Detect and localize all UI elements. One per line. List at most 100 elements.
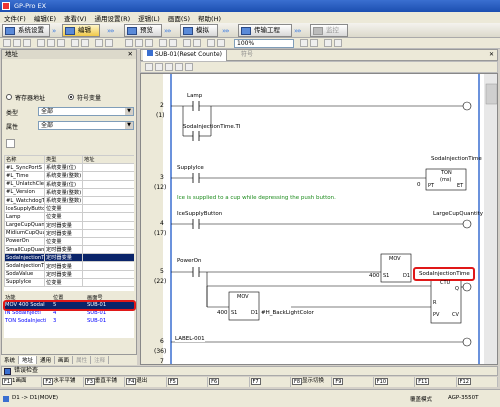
layer-icon[interactable] bbox=[334, 39, 342, 47]
group-icon[interactable] bbox=[159, 39, 167, 47]
tab-common[interactable]: 通用 bbox=[37, 356, 56, 364]
edit-button[interactable]: 编辑 bbox=[62, 24, 100, 37]
tab-comments[interactable]: 注释 bbox=[91, 356, 110, 364]
table-row[interactable]: SupplyIce 位变量 bbox=[4, 277, 134, 288]
align-center-icon[interactable] bbox=[135, 39, 143, 47]
contact-no-icon[interactable] bbox=[145, 63, 153, 71]
copy-icon[interactable] bbox=[47, 39, 55, 47]
f9-key[interactable]: F9 bbox=[332, 377, 374, 387]
f1-key[interactable]: F1 1画面 bbox=[1, 377, 43, 387]
menu-file[interactable]: 文件(F) bbox=[4, 13, 26, 23]
open-icon[interactable] bbox=[13, 39, 21, 47]
menu-logic[interactable]: 逻辑(L) bbox=[138, 13, 160, 23]
replace-icon[interactable] bbox=[105, 39, 113, 47]
align-right-icon[interactable] bbox=[145, 39, 153, 47]
instruction-icon[interactable] bbox=[185, 63, 193, 71]
find-icon[interactable] bbox=[95, 39, 103, 47]
mov-destination-highlight[interactable]: SodaInjectionTime bbox=[413, 267, 475, 281]
redo-icon[interactable] bbox=[81, 39, 89, 47]
contact-label[interactable]: SodaInjectionTime.TI bbox=[183, 124, 241, 130]
table-row[interactable]: #L_WatchdogT 系统变量(整数) bbox=[4, 195, 134, 206]
tab-screen[interactable]: 画面 bbox=[55, 356, 74, 364]
monitor-button[interactable]: 监控 bbox=[310, 24, 348, 37]
zoom-out-icon[interactable] bbox=[310, 39, 318, 47]
f6-key[interactable]: F6 bbox=[208, 377, 250, 387]
timer-preset-value[interactable]: 0 bbox=[417, 182, 421, 188]
f4-key[interactable]: F4 退出 bbox=[125, 377, 167, 387]
table-row[interactable]: #L_Time 系统变量(整数) bbox=[4, 171, 134, 181]
column-header[interactable]: 类型 bbox=[44, 155, 83, 165]
f10-key[interactable]: F10 bbox=[374, 377, 416, 387]
rotate-icon[interactable] bbox=[183, 39, 191, 47]
label-marker[interactable]: LABEL-001 bbox=[175, 336, 205, 342]
table-row[interactable]: #L_SyncPortS 系统变量(位) bbox=[4, 163, 134, 173]
ungroup-icon[interactable] bbox=[169, 39, 177, 47]
type-select[interactable]: 全部 ▼ bbox=[38, 107, 134, 116]
table-row-selected[interactable]: SodaInjectionT 定时器变量 bbox=[4, 253, 134, 263]
table-row[interactable]: IceSupplyButton 位变量 bbox=[4, 204, 134, 214]
tab-properties[interactable]: 属性 bbox=[73, 356, 92, 364]
undo-icon[interactable] bbox=[71, 39, 79, 47]
new-variable-icon[interactable] bbox=[6, 139, 15, 148]
close-icon[interactable]: ✕ bbox=[489, 50, 494, 60]
f7-key[interactable]: F7 bbox=[250, 377, 291, 387]
register-address-radio[interactable] bbox=[6, 94, 12, 100]
table-row[interactable]: SmallCupQuant 定时器变量 bbox=[4, 245, 134, 255]
table-row[interactable]: SodaValue 定时器变量 bbox=[4, 269, 134, 279]
grid-icon[interactable] bbox=[207, 39, 215, 47]
table-row[interactable]: LargeCupQuan 定时器变量 bbox=[4, 220, 134, 230]
save-icon[interactable] bbox=[23, 39, 31, 47]
table-row[interactable]: SodaInjectionTi 定时器变量 bbox=[4, 261, 134, 271]
table-row[interactable]: Lamp 位变量 bbox=[4, 212, 134, 222]
flip-icon[interactable] bbox=[193, 39, 201, 47]
f12-key[interactable]: F12 bbox=[457, 377, 499, 387]
paste-icon[interactable] bbox=[57, 39, 65, 47]
menu-screen[interactable]: 画面(S) bbox=[168, 13, 190, 23]
tab-symbol[interactable]: 符号 bbox=[237, 50, 257, 61]
contact-label[interactable]: PowerOn bbox=[177, 258, 201, 264]
tab-address[interactable]: 地址 bbox=[19, 356, 38, 364]
tab-system[interactable]: 系统 bbox=[1, 356, 20, 364]
coil-label[interactable]: LargeCupQuantity bbox=[433, 211, 483, 217]
f11-key[interactable]: F11 bbox=[415, 377, 457, 387]
properties-icon[interactable] bbox=[324, 39, 332, 47]
zoom-select[interactable]: 100% bbox=[234, 39, 294, 48]
f3-key[interactable]: F3 垂直平铺 bbox=[84, 377, 126, 387]
symbol-variable-radio[interactable] bbox=[68, 94, 74, 100]
contact-label[interactable]: IceSupplyButton bbox=[177, 211, 222, 217]
f8-key[interactable]: F8 显示切换 bbox=[291, 377, 333, 387]
cut-icon[interactable] bbox=[37, 39, 45, 47]
simulate-button[interactable]: 模拟 bbox=[180, 24, 218, 37]
table-row[interactable]: TON SodaInjecti 3 SUB-01 bbox=[4, 317, 134, 325]
contact-label[interactable]: Lamp bbox=[187, 93, 202, 99]
tab-sub-01[interactable]: SUB-01(Reset Counte) bbox=[143, 50, 227, 61]
coil-icon[interactable] bbox=[165, 63, 173, 71]
preview-button[interactable]: 预览 bbox=[124, 24, 162, 37]
timer-variable-label[interactable]: SodaInjectionTime bbox=[431, 156, 482, 162]
mov-source-value[interactable]: 400 bbox=[369, 273, 380, 279]
mov-source-value[interactable]: 400 bbox=[217, 310, 228, 316]
column-header[interactable]: 地址 bbox=[82, 155, 134, 165]
f5-key[interactable]: F5 bbox=[167, 377, 209, 387]
snap-icon[interactable] bbox=[217, 39, 225, 47]
contact-nc-icon[interactable] bbox=[155, 63, 163, 71]
table-row[interactable]: #L_Version 系统变量(整数) bbox=[4, 187, 134, 197]
new-icon[interactable] bbox=[3, 39, 11, 47]
table-row[interactable]: #L_UnlatchCle 系统变量(位) bbox=[4, 179, 134, 189]
branch-icon[interactable] bbox=[175, 63, 183, 71]
menu-edit[interactable]: 编辑(E) bbox=[34, 13, 56, 23]
zoom-in-icon[interactable] bbox=[300, 39, 308, 47]
attribute-select[interactable]: 全部 ▼ bbox=[38, 121, 134, 130]
menu-view[interactable]: 查看(V) bbox=[64, 13, 87, 23]
table-row[interactable]: MidiumCupQuan定时器变量 bbox=[4, 228, 134, 238]
column-header[interactable]: 名称 bbox=[4, 155, 45, 165]
system-settings-button[interactable]: 系统设置 bbox=[2, 24, 50, 37]
close-icon[interactable]: ✕ bbox=[128, 50, 133, 59]
menu-help[interactable]: 帮助(H) bbox=[198, 13, 221, 23]
mov-destination-value[interactable]: #H_BackLightColor bbox=[261, 310, 314, 316]
menu-common-settings[interactable]: 通用设置(R) bbox=[95, 13, 131, 23]
align-left-icon[interactable] bbox=[125, 39, 133, 47]
table-row[interactable]: PowerOn 位变量 bbox=[4, 236, 134, 247]
transfer-button[interactable]: 传输工程 bbox=[238, 24, 292, 37]
contact-label[interactable]: SupplyIce bbox=[177, 165, 204, 171]
